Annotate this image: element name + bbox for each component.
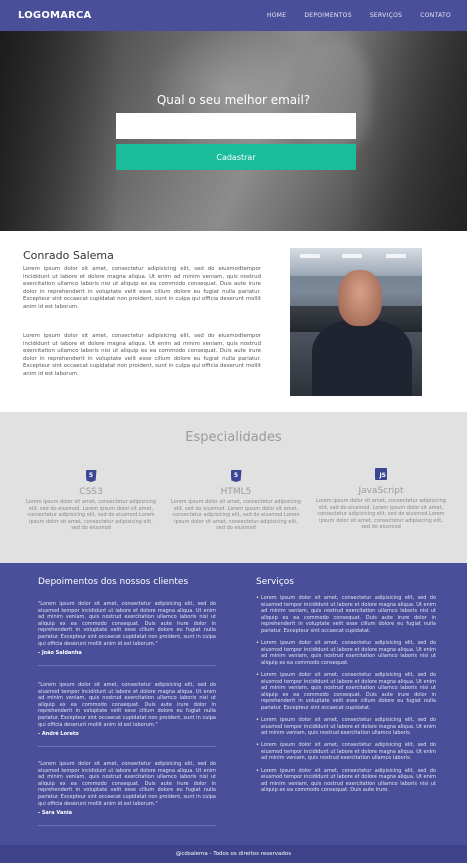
specialty-desc: Lorem ipsum dolor sit amet, consectetur … bbox=[316, 498, 446, 531]
testimonial-text: "Lorem ipsum dolor sit amet, consectetur… bbox=[38, 761, 216, 807]
photo-light bbox=[342, 254, 362, 258]
subscribe-button[interactable]: Cadastrar bbox=[116, 144, 356, 170]
specialty-name: CSS3 bbox=[79, 487, 103, 497]
about-name: Conrado Salema bbox=[23, 249, 114, 262]
specialty-name: HTML5 bbox=[220, 487, 252, 497]
testimonial-author: - Sara Vania bbox=[38, 810, 72, 817]
service-item: Lorem ipsum dolor sit amet, consectetur … bbox=[256, 672, 436, 712]
photo-person-body bbox=[312, 320, 412, 396]
specialties-section: Especialidades 5 CSS3 Lorem ipsum dolor … bbox=[0, 412, 467, 563]
testimonials-services-section: Depoimentos dos nossos clientes "Lorem i… bbox=[0, 563, 467, 845]
html5-icon: 5 bbox=[230, 470, 242, 482]
service-item: Lorem ipsum dolor sit amet, consectetur … bbox=[256, 768, 436, 794]
service-item: Lorem ipsum dolor sit amet, consectetur … bbox=[256, 717, 436, 737]
testimonial-author: - João Saldanha bbox=[38, 650, 82, 657]
about-paragraph: Lorem ipsum dolor sit amet, consectetur … bbox=[23, 266, 261, 310]
profile-photo bbox=[290, 248, 422, 396]
top-nav: LOGOMARCA HOME DEPOIMENTOS SERVIÇOS CONT… bbox=[0, 0, 467, 31]
testimonial-text: "Lorem ipsum dolor sit amet, consectetur… bbox=[38, 682, 216, 728]
specialty-javascript: JS JavaScript Lorem ipsum dolor sit amet… bbox=[315, 462, 447, 531]
testimonial-author: - André Loreto bbox=[38, 731, 79, 738]
javascript-icon: JS bbox=[375, 468, 387, 480]
hero-title: Qual o seu melhor email? bbox=[156, 93, 311, 107]
photo-person-head bbox=[338, 270, 382, 326]
divider bbox=[38, 665, 216, 667]
nav-item-servicos[interactable]: SERVIÇOS bbox=[370, 12, 402, 19]
testimonials-title: Depoimentos dos nossos clientes bbox=[38, 577, 189, 587]
nav-menu: HOME DEPOIMENTOS SERVIÇOS CONTATO bbox=[267, 12, 451, 19]
testimonial-text: "Lorem ipsum dolor sit amet, consectetur… bbox=[38, 601, 216, 647]
specialties-title: Especialidades bbox=[185, 430, 282, 445]
css3-icon: 5 bbox=[85, 470, 97, 482]
nav-item-depoimentos[interactable]: DEPOIMENTOS bbox=[304, 12, 351, 19]
nav-item-contato[interactable]: CONTATO bbox=[420, 12, 451, 19]
divider bbox=[38, 825, 216, 827]
photo-light bbox=[300, 254, 320, 258]
about-section: Conrado Salema Lorem ipsum dolor sit ame… bbox=[0, 231, 467, 412]
divider bbox=[38, 746, 216, 748]
nav-item-home[interactable]: HOME bbox=[267, 12, 286, 19]
about-paragraph: Lorem ipsum dolor sit amet, consectetur … bbox=[23, 333, 261, 377]
testimonial-item: "Lorem ipsum dolor sit amet, consectetur… bbox=[38, 682, 216, 748]
logo[interactable]: LOGOMARCA bbox=[18, 10, 92, 21]
testimonial-item: "Lorem ipsum dolor sit amet, consectetur… bbox=[38, 601, 216, 667]
hero-section: Qual o seu melhor email? Cadastrar bbox=[0, 31, 467, 231]
testimonial-item: "Lorem ipsum dolor sit amet, consectetur… bbox=[38, 761, 216, 827]
hero-background-shade bbox=[0, 31, 120, 231]
footer: @cdsalema - Todos os direitos reservados bbox=[0, 845, 467, 863]
footer-text: @cdsalema - Todos os direitos reservados bbox=[175, 851, 292, 857]
service-item: Lorem ipsum dolor sit amet, consectetur … bbox=[256, 742, 436, 762]
specialty-css3: 5 CSS3 Lorem ipsum dolor sit amet, conse… bbox=[25, 462, 157, 532]
specialty-html5: 5 HTML5 Lorem ipsum dolor sit amet, cons… bbox=[170, 462, 302, 532]
services-list: Lorem ipsum dolor sit amet, consectetur … bbox=[256, 595, 436, 799]
services-title: Serviços bbox=[256, 577, 294, 587]
photo-light bbox=[386, 254, 406, 258]
email-input[interactable] bbox=[116, 113, 356, 139]
specialty-desc: Lorem ipsum dolor sit amet, consectetur … bbox=[26, 499, 156, 532]
service-item: Lorem ipsum dolor sit amet, consectetur … bbox=[256, 595, 436, 635]
specialty-desc: Lorem ipsum dolor sit amet, consectetur … bbox=[171, 499, 301, 532]
specialty-name: JavaScript bbox=[358, 486, 404, 496]
service-item: Lorem ipsum dolor sit amet, consectetur … bbox=[256, 640, 436, 666]
